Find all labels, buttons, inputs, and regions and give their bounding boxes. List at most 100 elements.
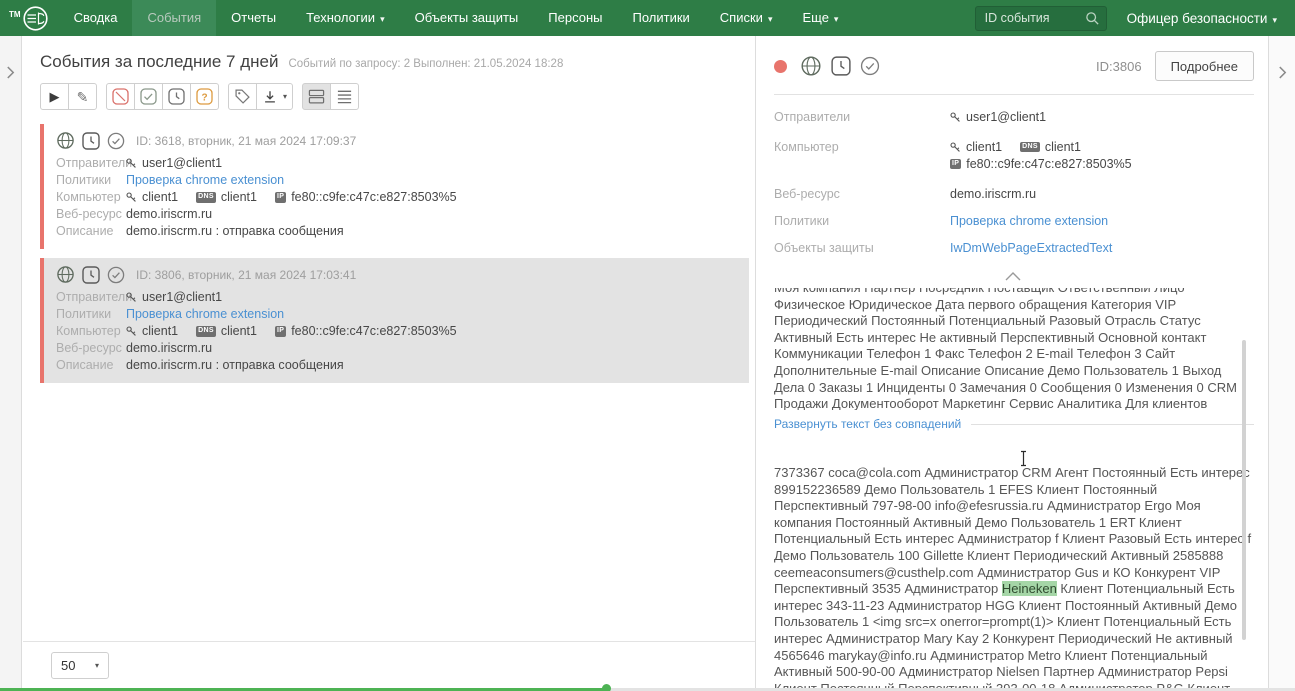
ip-badge-icon: IP (274, 326, 287, 337)
event-card-3806[interactable]: ID: 3806, вторник, 21 мая 2024 17:03:41 … (40, 258, 749, 383)
field-label: Политики (56, 307, 112, 321)
field-label: Политики (774, 214, 830, 228)
nav-label: Отчеты (231, 10, 277, 25)
computer-ip: fe80::c9fe:c47c:e827:8503%5 (291, 190, 457, 204)
nav-item-summary[interactable]: Сводка (59, 0, 133, 36)
search-icon[interactable] (1085, 11, 1100, 26)
field-senders: Отправители user1@client1 (56, 289, 739, 306)
match-highlight: Heineken (1001, 581, 1057, 597)
traffic-monitor-logo[interactable]: TM (9, 5, 49, 32)
pencil-icon: ✎ (76, 88, 89, 105)
run-query-button[interactable]: ▶ (40, 83, 69, 110)
nav-item-reports[interactable]: Отчеты (216, 0, 291, 36)
event-card-header: ID: 3618, вторник, 21 мая 2024 17:09:37 (56, 131, 739, 150)
nav-label: Сводка (73, 10, 118, 25)
status-pending-filter-button[interactable] (162, 83, 191, 110)
field-computer: Компьютер client1 DNS client1 IP fe80::c9f… (56, 189, 739, 206)
field-label: Веб-ресурс (774, 187, 840, 201)
details-button[interactable]: Подробнее (1154, 51, 1254, 81)
sender-value: user1@client1 (142, 290, 223, 304)
event-list: ID: 3618, вторник, 21 мая 2024 17:09:37 … (23, 124, 755, 383)
computer-dns: client1 (1044, 140, 1081, 154)
view-list-button[interactable] (330, 83, 360, 110)
text-cursor-pointer (1021, 450, 1026, 467)
field-policies: Политики Проверка chrome extension (56, 306, 739, 323)
check-circle-icon (107, 132, 125, 149)
events-list-panel: События за последние 7 дней Событий по з… (23, 36, 756, 688)
pending-clock-icon (82, 265, 100, 284)
web-channel-globe-icon (801, 56, 821, 76)
expand-text-link[interactable]: Развернуть текст без совпадений (774, 417, 961, 431)
field-senders: Отправители user1@client1 (774, 110, 1254, 127)
scrollbar-thumb[interactable] (1242, 340, 1246, 640)
key-icon (126, 326, 136, 336)
computer-dns: client1 (220, 324, 257, 338)
chevron-down-icon: ▾ (833, 14, 839, 24)
nav-item-technologies[interactable]: Технологии ▾ (291, 0, 400, 36)
computer-user: client1 (142, 190, 179, 204)
nav-item-persons[interactable]: Персоны (533, 0, 617, 36)
policy-link[interactable]: Проверка chrome extension (950, 214, 1108, 228)
field-label: Веб-ресурс (56, 341, 122, 355)
list-view-icon (337, 90, 352, 104)
nav-item-lists[interactable]: Списки ▾ (705, 0, 788, 36)
key-icon (950, 111, 960, 122)
event-id-line: ID: 3806, вторник, 21 мая 2024 17:03:41 (136, 267, 357, 282)
top-navbar: TM Сводка События Отчеты Технологии ▾ Объ… (0, 0, 1295, 36)
field-description: Описание demo.iriscrm.ru : отправка сооб… (56, 357, 739, 374)
field-label: Объекты защиты (774, 241, 874, 255)
policy-link[interactable]: Проверка chrome extension (126, 306, 284, 323)
field-label: Компьютер (56, 190, 121, 204)
computer-ip: fe80::c9fe:c47c:e827:8503%5 (966, 157, 1132, 171)
dns-badge-icon: DNS (196, 192, 216, 203)
violation-level-dot (774, 59, 787, 73)
event-id-line: ID: 3618, вторник, 21 мая 2024 17:09:37 (136, 133, 357, 148)
policy-link[interactable]: Проверка chrome extension (126, 172, 284, 189)
event-detail-panel: ID:3806 Подробнее Отправители user1@clie… (757, 36, 1268, 688)
expand-left-panel-icon[interactable] (6, 66, 15, 79)
view-split-button[interactable] (302, 83, 332, 110)
protected-object-link[interactable]: IwDmWebPageExtractedText (950, 241, 1112, 255)
nav-label: Политики (632, 10, 690, 25)
split-view-icon (308, 89, 325, 104)
nav-item-protected-objects[interactable]: Объекты защиты (400, 0, 534, 36)
computer-user: client1 (142, 324, 179, 338)
status-processed-filter-button[interactable] (134, 83, 163, 110)
status-blocked-filter-button[interactable] (106, 83, 135, 110)
event-card-3618[interactable]: ID: 3618, вторник, 21 мая 2024 17:09:37 … (40, 124, 749, 249)
nav-item-more[interactable]: Еще ▾ (787, 0, 853, 36)
field-computer: Компьютер client1 DNS client1 IP fe80::c9f… (774, 140, 1254, 174)
nav-label: События (147, 10, 202, 25)
export-button[interactable]: ▾ (256, 83, 294, 110)
download-icon (265, 90, 275, 103)
user-menu[interactable]: Офицер безопасности ▾ (1127, 11, 1277, 26)
right-collapsed-panel (1268, 36, 1295, 688)
field-senders: Отправители user1@client1 (56, 155, 739, 172)
blocked-icon (112, 88, 129, 105)
field-description: Описание demo.iriscrm.ru : отправка сооб… (56, 223, 739, 240)
chevron-up-icon (1005, 272, 1020, 281)
web-channel-globe-icon (57, 132, 74, 149)
expand-right-panel-icon[interactable] (1278, 66, 1287, 79)
edit-query-button[interactable]: ✎ (68, 83, 97, 110)
computer-ip: fe80::c9fe:c47c:e827:8503%5 (291, 324, 457, 338)
field-label: Компьютер (56, 324, 121, 338)
web-channel-globe-icon (57, 266, 74, 283)
matched-text-bottom-container: 7373367 coca@cola.com Администратор CRM … (774, 465, 1254, 688)
nav-label: Еще (802, 10, 829, 25)
nav-label: Технологии (306, 10, 376, 25)
page-size-select[interactable]: 50 ▾ (51, 652, 109, 679)
pending-clock-icon (831, 56, 851, 76)
tag-button[interactable] (228, 83, 257, 110)
divider (971, 423, 1254, 425)
field-computer: Компьютер client1 DNS client1 IP fe80::c9f… (56, 323, 739, 340)
nav-item-policies[interactable]: Политики (617, 0, 704, 36)
field-policies: Политики Проверка chrome extension (56, 172, 739, 189)
nav-item-events[interactable]: События (132, 0, 217, 36)
status-unknown-filter-button[interactable]: ? (190, 83, 219, 110)
user-menu-label: Офицер безопасности (1126, 10, 1268, 26)
collapse-text-control[interactable] (757, 268, 1268, 286)
clock-square-icon (168, 88, 185, 105)
video-progress-handle[interactable] (602, 684, 611, 691)
chevron-down-icon: ▾ (1272, 14, 1277, 25)
